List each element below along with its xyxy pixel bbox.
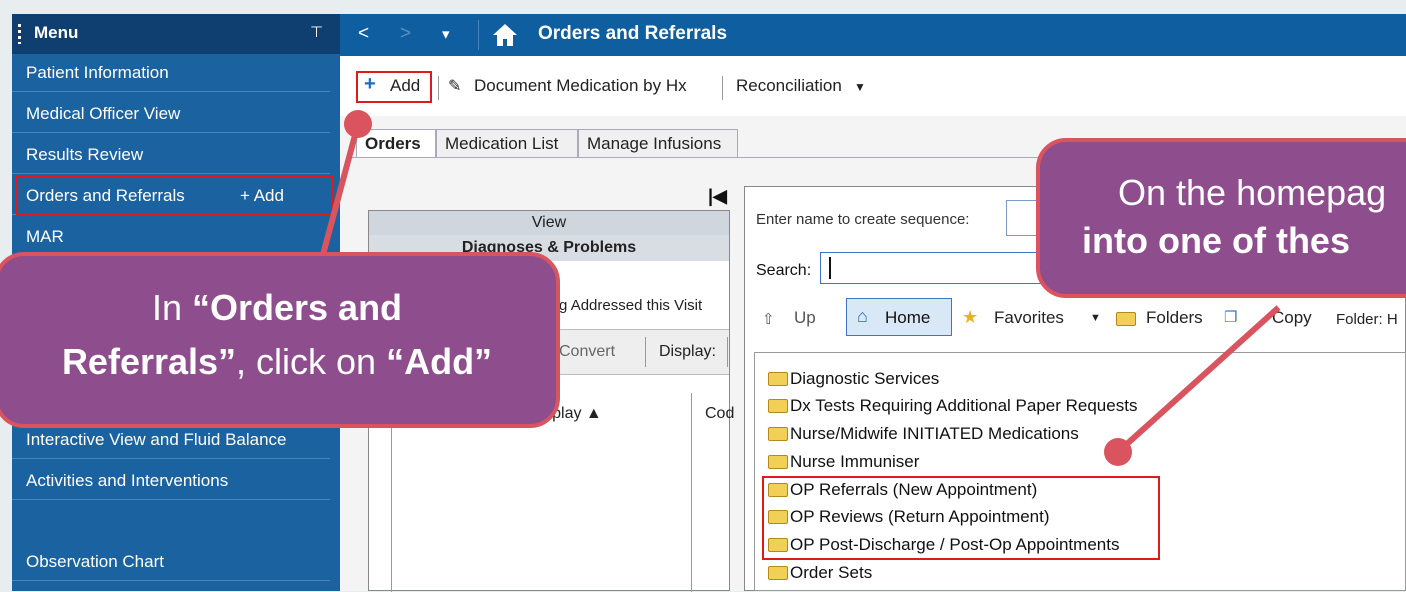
home-icon[interactable] [492, 23, 518, 47]
folder-item[interactable]: Order Sets [768, 560, 872, 586]
back-button[interactable]: < [358, 23, 369, 45]
folder-item[interactable]: Diagnostic Services [768, 366, 939, 392]
sidebar-item-results-review[interactable]: Results Review [12, 136, 330, 174]
chevron-down-icon: ▼ [854, 80, 866, 94]
sidebar-item-medical-officer-view[interactable]: Medical Officer View [12, 95, 330, 133]
sidebar-item-activities[interactable]: Activities and Interventions [12, 462, 330, 500]
highlight-op-folders [762, 476, 1160, 560]
chevron-down-icon[interactable]: ▼ [1090, 312, 1101, 324]
home-label: Home [885, 308, 931, 327]
up-icon: ⇧ [762, 311, 775, 328]
highlight-add-button [356, 71, 432, 103]
medication-icon: ✎ [448, 78, 462, 95]
reconciliation-menu[interactable]: Reconciliation [736, 76, 842, 96]
callout-right: On the homepag into one of thes [1036, 138, 1406, 298]
folder-label: Nurse Immuniser [790, 452, 920, 471]
callout-right-line2: into one of thes [1082, 220, 1350, 261]
folder-icon [768, 566, 788, 580]
folder-icon [768, 455, 788, 469]
column-code[interactable]: Cod [705, 405, 734, 423]
callout-left-line1: In “Orders and [0, 286, 556, 330]
folder-item[interactable]: Dx Tests Requiring Additional Paper Requ… [768, 393, 1137, 419]
folder-label: Nurse/Midwife INITIATED Medications [790, 424, 1079, 443]
sidebar-item-label: Medical Officer View [26, 104, 181, 123]
sidebar-item-label: Results Review [26, 145, 144, 164]
callout-left-line2: Referrals”, click on “Add” [0, 340, 556, 384]
callout-text: , click on [236, 341, 387, 382]
document-medication-button[interactable]: Document Medication by Hx [474, 76, 687, 96]
callout-right-line1: On the homepag [1118, 172, 1387, 213]
title-bar: < > ▾ Orders and Referrals [340, 14, 1406, 56]
search-label: Search: [756, 262, 812, 279]
sidebar-item-label: Interactive View and Fluid Balance [26, 430, 287, 449]
folder-label: Dx Tests Requiring Additional Paper Requ… [790, 396, 1138, 415]
convert-button[interactable]: Convert [559, 343, 615, 361]
sidebar-item-patient-information[interactable]: Patient Information [12, 54, 330, 92]
folder-icon [1116, 312, 1136, 326]
grip-icon [18, 24, 21, 44]
sidebar-item-label: Patient Information [26, 63, 169, 82]
sidebar-item-label: Activities and Interventions [26, 471, 229, 490]
callout-text-bold: “Orders and [191, 287, 403, 328]
menu-title: Menu [34, 23, 79, 42]
folder-item[interactable]: Nurse/Midwife INITIATED Medications [768, 421, 1079, 447]
separator [438, 76, 439, 100]
page-title: Orders and Referrals [538, 23, 728, 44]
home-icon: ⌂ [857, 306, 868, 326]
star-icon: ★ [962, 307, 979, 327]
callout-text: In [151, 287, 192, 328]
sidebar-item-label: Observation Chart [26, 552, 164, 571]
favorites-button[interactable]: Favorites [994, 308, 1064, 328]
collapse-icon[interactable]: |◀ [708, 186, 727, 207]
folders-button[interactable]: Folders [1146, 308, 1203, 328]
sidebar-item-label: MAR [26, 227, 64, 246]
tab-medication-list[interactable]: Medication List [436, 129, 578, 157]
copy-icon: ❐ [1224, 309, 1238, 326]
search-input[interactable] [820, 252, 1070, 284]
folder-icon [768, 399, 788, 413]
folder-label: Diagnostic Services [790, 369, 940, 388]
separator [722, 76, 723, 100]
sequence-label: Enter name to create sequence: [756, 211, 970, 228]
sidebar-item-observation-chart[interactable]: Observation Chart [12, 543, 330, 581]
folder-icon [768, 427, 788, 441]
column-divider [691, 393, 692, 592]
tab-manage-infusions[interactable]: Manage Infusions [578, 129, 738, 157]
view-header: View [369, 211, 729, 236]
separator [478, 20, 479, 50]
home-nav-button[interactable]: ⌂ Home [846, 298, 952, 336]
folder-icon [768, 372, 788, 386]
forward-button[interactable]: > [400, 23, 411, 45]
up-button[interactable]: Up [794, 308, 816, 328]
highlight-orders-and-referrals [16, 176, 334, 216]
pin-icon[interactable]: ⊤ [310, 23, 323, 41]
folder-path: Folder: H [1336, 311, 1398, 328]
history-dropdown[interactable]: ▾ [442, 25, 450, 43]
separator [645, 337, 646, 367]
menu-header: Menu ⊤ [12, 14, 340, 54]
sidebar-item-mar[interactable]: MAR [12, 218, 330, 256]
folder-item[interactable]: Nurse Immuniser [768, 449, 919, 475]
display-label: Display: [659, 343, 716, 360]
folder-label: Order Sets [790, 563, 873, 582]
separator [727, 337, 728, 367]
callout-text-bold: “Add” [386, 341, 493, 382]
callout-left: In “Orders and Referrals”, click on “Add… [0, 252, 560, 428]
callout-text-bold: Referrals” [61, 341, 237, 382]
